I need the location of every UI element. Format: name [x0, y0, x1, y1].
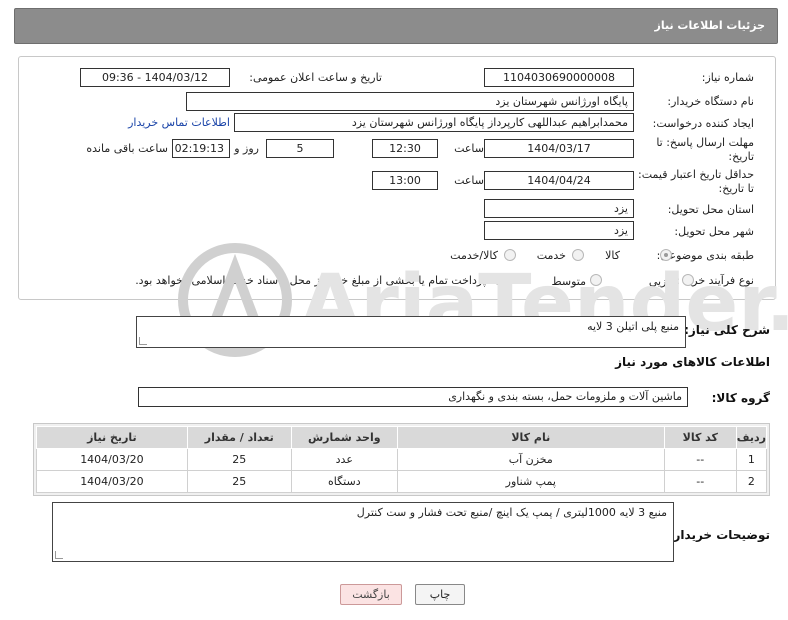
cell-date: 1404/03/20 [36, 470, 188, 493]
province-field: یزد [484, 199, 634, 218]
announce-label: تاریخ و ساعت اعلان عمومی: [249, 71, 382, 84]
announce-field: 1404/03/12 - 09:36 [80, 68, 230, 87]
col-code: کد کالا [663, 426, 737, 449]
category-radio-service[interactable] [572, 249, 584, 261]
deadline-label: مهلت ارسال پاسخ: تا [656, 136, 754, 149]
items-table: ردیف کد کالا نام کالا واحد شمارش تعداد /… [36, 426, 768, 493]
col-name: نام کالا [396, 426, 665, 449]
city-field: یزد [484, 221, 634, 240]
buyer-notes-label: توضیحات خریدار: [668, 528, 770, 542]
print-button[interactable]: چاپ [415, 584, 465, 605]
col-qty: تعداد / مقدار [186, 426, 292, 449]
contact-info-link[interactable]: اطلاعات تماس خریدار [128, 116, 230, 129]
creator-label: ایجاد کننده درخواست: [652, 117, 754, 130]
cell-name: مخزن آب [396, 448, 665, 471]
table-header-row: ردیف کد کالا نام کالا واحد شمارش تعداد /… [36, 426, 768, 449]
col-unit: واحد شمارش [290, 426, 398, 449]
price-validity-label: حداقل تاریخ اعتبار قیمت: [638, 168, 754, 181]
deadline-label-date: تاریخ: [728, 150, 754, 163]
price-validity-date-field: 1404/04/24 [484, 171, 634, 190]
cell-unit: عدد [290, 448, 398, 471]
cell-unit: دستگاه [290, 470, 398, 493]
col-date: تاریخ نیاز [36, 426, 188, 449]
buyer-org-label: نام دستگاه خریدار: [667, 95, 754, 108]
category-goods-service-label: کالا/خدمت [450, 249, 498, 262]
page-header: جزئیات اطلاعات نیاز [14, 8, 778, 44]
resize-grip-icon[interactable] [139, 337, 147, 345]
price-validity-label-date: تا تاریخ: [718, 182, 754, 195]
process-radio-medium[interactable] [590, 274, 602, 286]
goods-section-title: اطلاعات کالاهای مورد نیاز [615, 355, 770, 369]
table-row: 1 -- مخزن آب عدد 25 1404/03/20 [36, 448, 768, 471]
description-label: شرح کلی نیاز: [684, 323, 770, 337]
treasury-payment-checkbox[interactable] [496, 274, 507, 285]
price-validity-time-label: ساعت [454, 174, 484, 187]
goods-group-label: گروه کالا: [711, 391, 770, 405]
goods-group-field: ماشین آلات و ملزومات حمل، بسته بندی و نگ… [138, 387, 688, 407]
price-validity-time-field: 13:00 [372, 171, 438, 190]
description-text: منبع پلی اتیلن 3 لایه [587, 320, 679, 333]
items-table-wrapper: ردیف کد کالا نام کالا واحد شمارش تعداد /… [33, 423, 770, 496]
buyer-notes-text: منبع 3 لایه 1000لیتری / پمپ یک اینچ /منب… [356, 506, 667, 519]
remaining-label: ساعت باقی مانده [86, 142, 168, 155]
process-radio-minor[interactable] [682, 274, 694, 286]
creator-field: محمدابراهیم عبداللهی کارپرداز پایگاه اور… [234, 113, 634, 132]
need-number-field: 1104030690000008 [484, 68, 634, 87]
remaining-time-field: 02:19:13 [172, 139, 230, 158]
description-field[interactable]: منبع پلی اتیلن 3 لایه [136, 316, 686, 348]
deadline-date-field: 1404/03/17 [484, 139, 634, 158]
category-radio-goods-service[interactable] [504, 249, 516, 261]
buyer-notes-field[interactable]: منبع 3 لایه 1000لیتری / پمپ یک اینچ /منب… [52, 502, 674, 562]
city-label: شهر محل تحویل: [674, 225, 754, 238]
cell-code: -- [663, 470, 737, 493]
deadline-time-field: 12:30 [372, 139, 438, 158]
payment-note: پرداخت تمام یا بخشی از مبلغ خرید،از محل … [135, 274, 486, 287]
cell-code: -- [663, 448, 737, 471]
col-row: ردیف [735, 426, 768, 449]
days-field: 5 [266, 139, 334, 158]
buyer-org-field: پایگاه اورژانس شهرستان یزد [186, 92, 634, 111]
cell-date: 1404/03/20 [36, 448, 188, 471]
deadline-time-label: ساعت [454, 142, 484, 155]
days-label: روز و [234, 142, 259, 155]
province-label: استان محل تحویل: [667, 203, 754, 216]
category-goods-label: کالا [605, 249, 620, 262]
cell-row: 1 [735, 448, 768, 471]
cell-qty: 25 [186, 448, 292, 471]
back-button[interactable]: بازگشت [340, 584, 402, 605]
category-radio-goods[interactable] [660, 249, 672, 261]
table-row: 2 -- پمپ شناور دستگاه 25 1404/03/20 [36, 470, 768, 493]
category-service-label: خدمت [536, 249, 566, 262]
resize-grip-icon[interactable] [55, 551, 63, 559]
page-title: جزئیات اطلاعات نیاز [654, 19, 766, 32]
cell-row: 2 [735, 470, 768, 493]
process-medium-label: متوسط [551, 275, 586, 288]
cell-qty: 25 [186, 470, 292, 493]
process-minor-label: جزیی [648, 275, 674, 288]
need-number-label: شماره نیاز: [701, 71, 754, 84]
cell-name: پمپ شناور [396, 470, 665, 493]
